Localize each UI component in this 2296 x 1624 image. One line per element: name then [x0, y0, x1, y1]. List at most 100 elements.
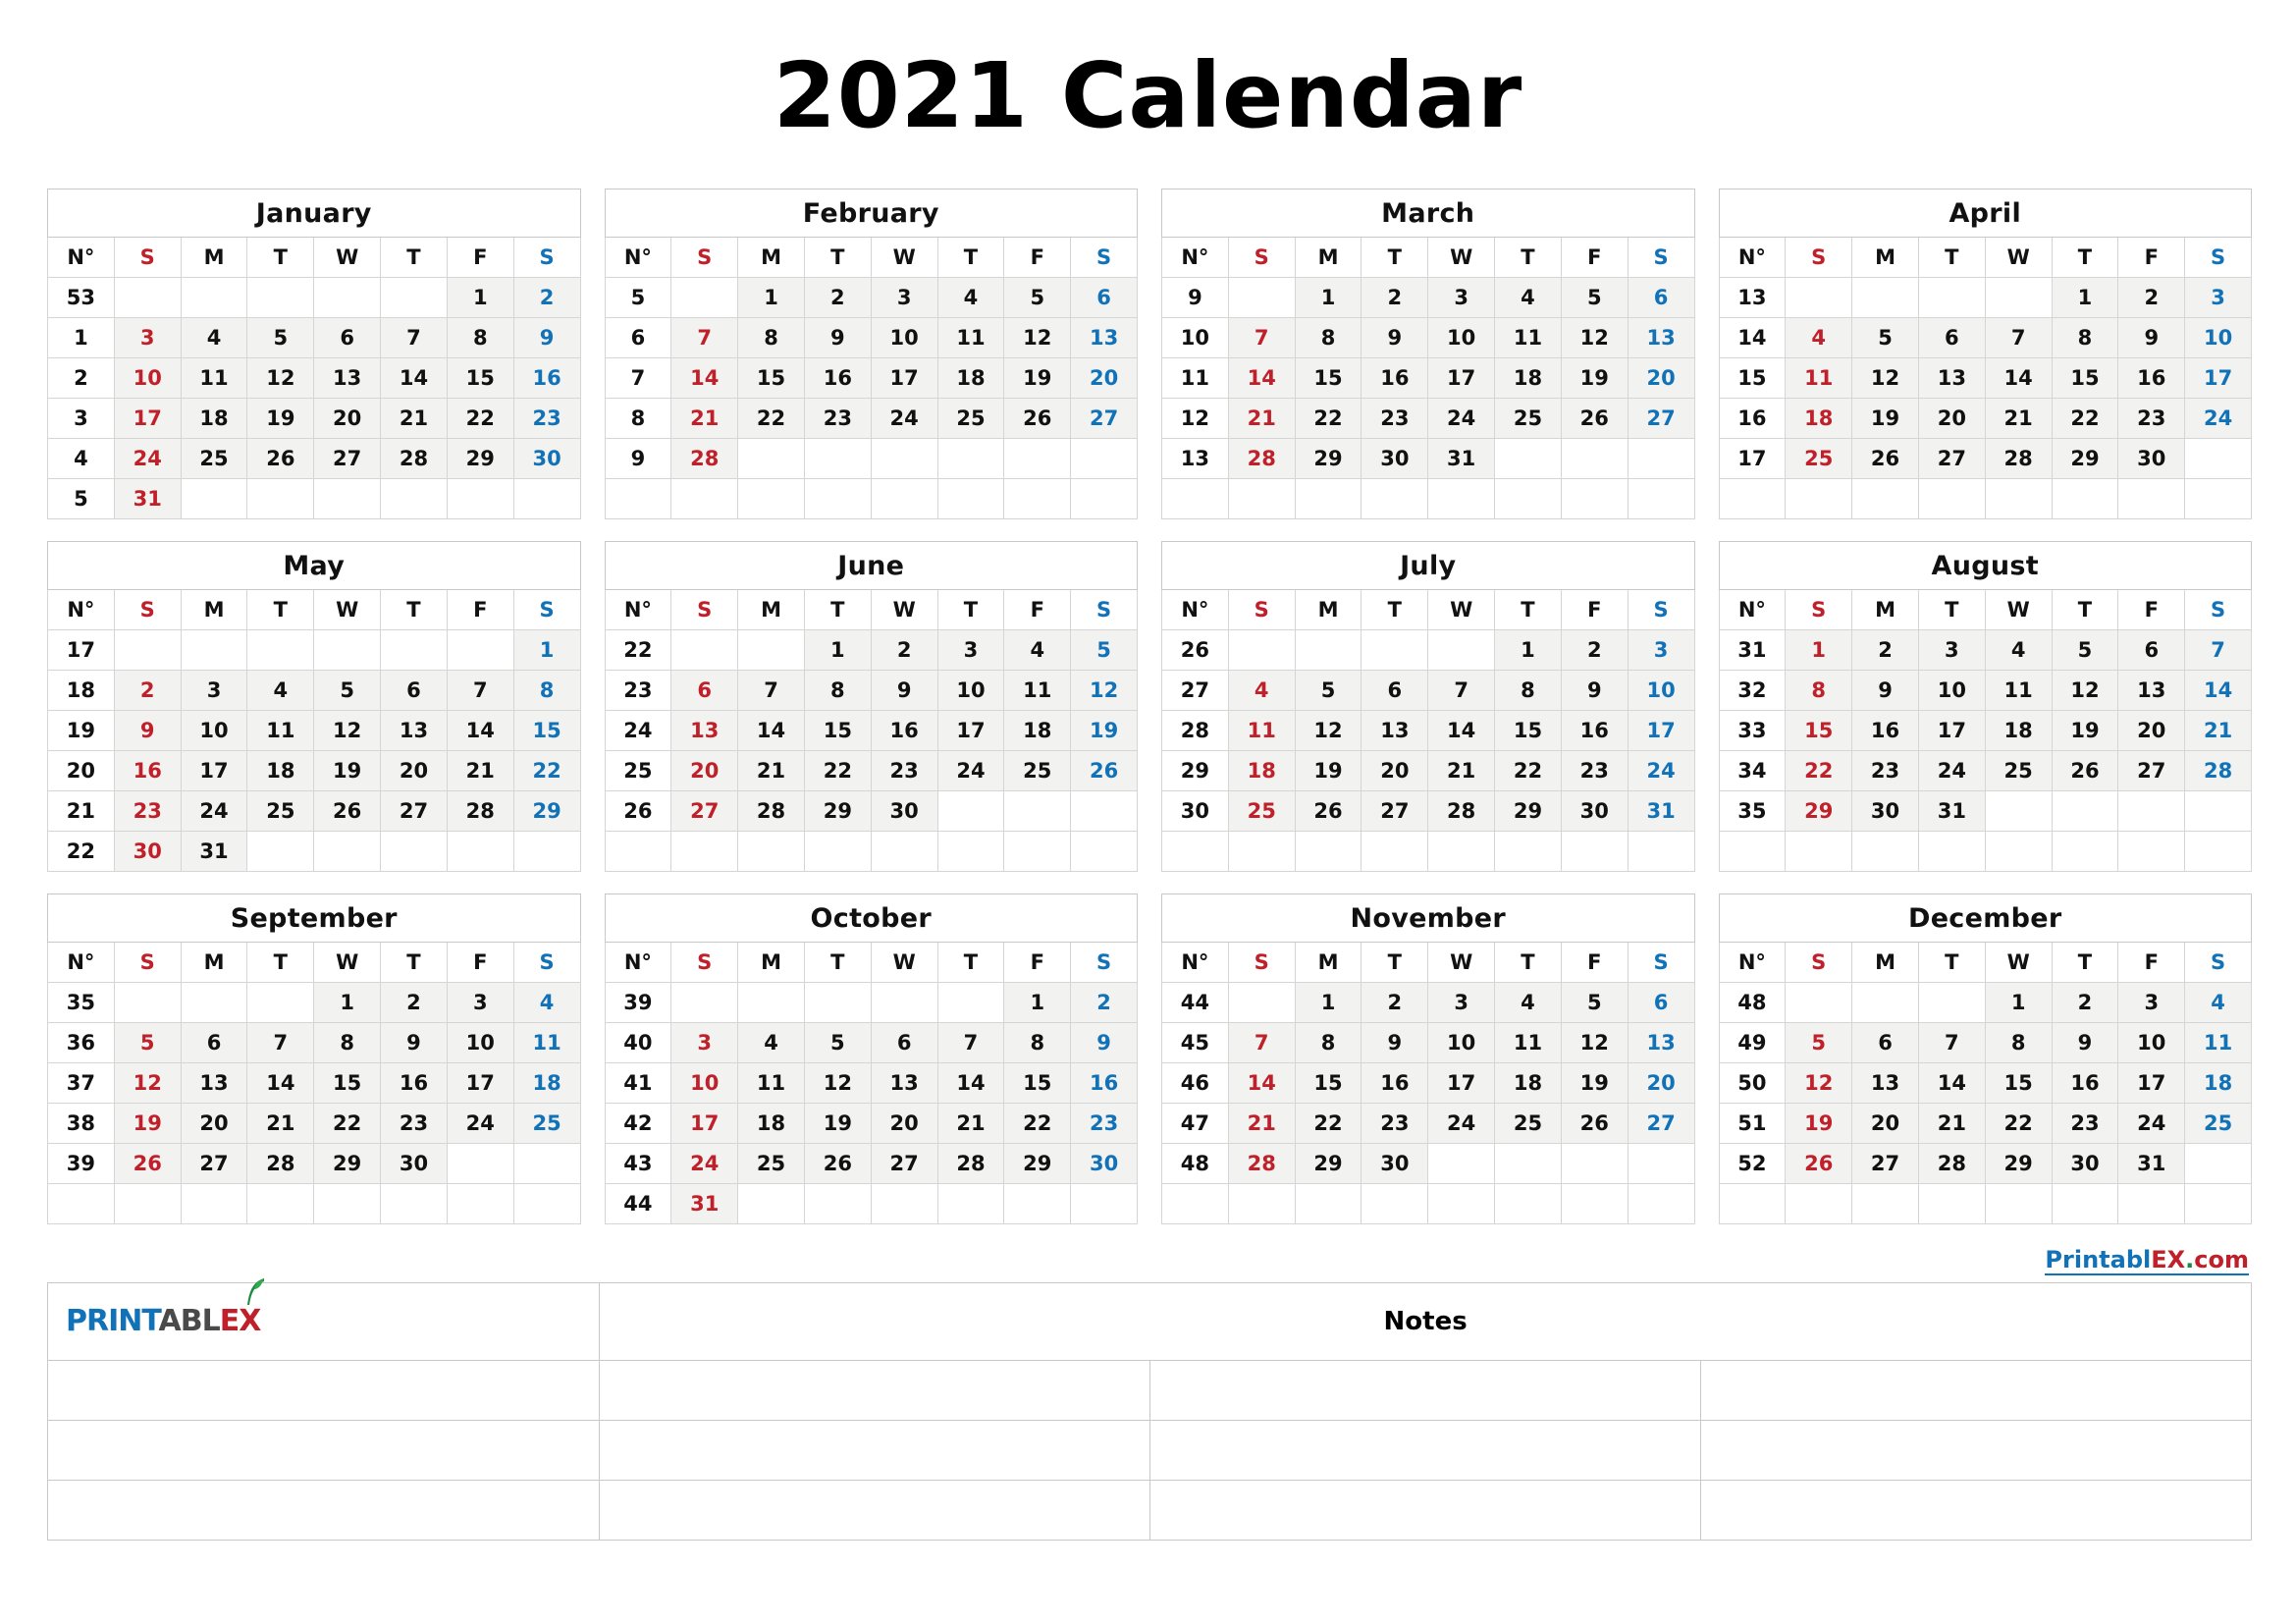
- day-cell[interactable]: 3: [1427, 277, 1496, 318]
- day-cell[interactable]: 4: [1494, 982, 1562, 1023]
- day-cell[interactable]: 17: [1627, 710, 1695, 751]
- day-cell[interactable]: 20: [1070, 357, 1138, 399]
- day-cell[interactable]: 13: [380, 710, 448, 751]
- day-cell[interactable]: 6: [180, 1022, 248, 1063]
- day-cell[interactable]: 8: [1984, 1022, 2053, 1063]
- day-cell[interactable]: 3: [936, 629, 1005, 671]
- day-cell[interactable]: 1: [446, 277, 514, 318]
- day-cell[interactable]: 7: [246, 1022, 315, 1063]
- day-cell[interactable]: 12: [246, 357, 315, 399]
- notes-cell[interactable]: [1149, 1360, 1702, 1421]
- day-cell[interactable]: 10: [446, 1022, 514, 1063]
- day-cell[interactable]: 22: [313, 1103, 382, 1144]
- day-cell[interactable]: 2: [512, 277, 581, 318]
- day-cell[interactable]: 13: [1361, 710, 1429, 751]
- day-cell[interactable]: 24: [936, 750, 1005, 791]
- day-cell[interactable]: 8: [1785, 670, 1853, 711]
- day-cell[interactable]: 9: [1361, 317, 1429, 358]
- day-cell[interactable]: 10: [670, 1062, 739, 1104]
- day-cell[interactable]: 28: [2184, 750, 2252, 791]
- day-cell[interactable]: 22: [1294, 398, 1362, 439]
- day-cell[interactable]: 24: [446, 1103, 514, 1144]
- day-cell[interactable]: 29: [1003, 1143, 1072, 1184]
- day-cell[interactable]: 13: [180, 1062, 248, 1104]
- day-cell[interactable]: 9: [803, 317, 872, 358]
- day-cell[interactable]: 24: [180, 790, 248, 832]
- day-cell[interactable]: 3: [1627, 629, 1695, 671]
- day-cell[interactable]: 16: [1361, 357, 1429, 399]
- day-cell[interactable]: 3: [446, 982, 514, 1023]
- day-cell[interactable]: 9: [380, 1022, 448, 1063]
- day-cell[interactable]: 27: [1070, 398, 1138, 439]
- day-cell[interactable]: 15: [446, 357, 514, 399]
- day-cell[interactable]: 14: [936, 1062, 1005, 1104]
- day-cell[interactable]: 6: [870, 1022, 938, 1063]
- day-cell[interactable]: 9: [2117, 317, 2186, 358]
- day-cell[interactable]: 1: [313, 982, 382, 1023]
- day-cell[interactable]: 29: [803, 790, 872, 832]
- day-cell[interactable]: 3: [2117, 982, 2186, 1023]
- day-cell[interactable]: 12: [313, 710, 382, 751]
- day-cell[interactable]: 11: [1003, 670, 1072, 711]
- day-cell[interactable]: 13: [1627, 317, 1695, 358]
- day-cell[interactable]: 13: [670, 710, 739, 751]
- day-cell[interactable]: 11: [246, 710, 315, 751]
- day-cell[interactable]: 26: [1294, 790, 1362, 832]
- day-cell[interactable]: 29: [1294, 1143, 1362, 1184]
- notes-cell[interactable]: [599, 1420, 1151, 1481]
- day-cell[interactable]: 19: [803, 1103, 872, 1144]
- day-cell[interactable]: 30: [113, 831, 182, 872]
- day-cell[interactable]: 5: [1003, 277, 1072, 318]
- day-cell[interactable]: 5: [1851, 317, 1919, 358]
- day-cell[interactable]: 21: [446, 750, 514, 791]
- day-cell[interactable]: 18: [1785, 398, 1853, 439]
- day-cell[interactable]: 19: [1003, 357, 1072, 399]
- day-cell[interactable]: 27: [1361, 790, 1429, 832]
- day-cell[interactable]: 28: [1227, 438, 1296, 479]
- day-cell[interactable]: 14: [2184, 670, 2252, 711]
- day-cell[interactable]: 14: [380, 357, 448, 399]
- day-cell[interactable]: 3: [113, 317, 182, 358]
- day-cell[interactable]: 21: [1227, 398, 1296, 439]
- day-cell[interactable]: 22: [1984, 1103, 2053, 1144]
- day-cell[interactable]: 26: [1070, 750, 1138, 791]
- day-cell[interactable]: 24: [113, 438, 182, 479]
- day-cell[interactable]: 25: [180, 438, 248, 479]
- day-cell[interactable]: 26: [113, 1143, 182, 1184]
- day-cell[interactable]: 4: [1984, 629, 2053, 671]
- notes-cell[interactable]: [599, 1360, 1151, 1421]
- day-cell[interactable]: 8: [2051, 317, 2119, 358]
- day-cell[interactable]: 11: [1984, 670, 2053, 711]
- day-cell[interactable]: 31: [1917, 790, 1986, 832]
- day-cell[interactable]: 29: [1494, 790, 1562, 832]
- printablex-site-link[interactable]: PrintablEX.com: [2045, 1247, 2249, 1276]
- day-cell[interactable]: 21: [1427, 750, 1496, 791]
- day-cell[interactable]: 6: [1851, 1022, 1919, 1063]
- day-cell[interactable]: 27: [1627, 1103, 1695, 1144]
- day-cell[interactable]: 17: [113, 398, 182, 439]
- day-cell[interactable]: 13: [1917, 357, 1986, 399]
- day-cell[interactable]: 19: [246, 398, 315, 439]
- day-cell[interactable]: 2: [2117, 277, 2186, 318]
- day-cell[interactable]: 31: [670, 1183, 739, 1224]
- day-cell[interactable]: 23: [1560, 750, 1629, 791]
- day-cell[interactable]: 17: [936, 710, 1005, 751]
- day-cell[interactable]: 28: [1917, 1143, 1986, 1184]
- day-cell[interactable]: 10: [180, 710, 248, 751]
- day-cell[interactable]: 29: [1984, 1143, 2053, 1184]
- day-cell[interactable]: 19: [1560, 357, 1629, 399]
- day-cell[interactable]: 8: [313, 1022, 382, 1063]
- day-cell[interactable]: 8: [1494, 670, 1562, 711]
- day-cell[interactable]: 5: [1560, 277, 1629, 318]
- day-cell[interactable]: 12: [1070, 670, 1138, 711]
- day-cell[interactable]: 31: [113, 478, 182, 519]
- day-cell[interactable]: 17: [1917, 710, 1986, 751]
- day-cell[interactable]: 20: [670, 750, 739, 791]
- day-cell[interactable]: 15: [1294, 357, 1362, 399]
- day-cell[interactable]: 16: [1560, 710, 1629, 751]
- day-cell[interactable]: 15: [313, 1062, 382, 1104]
- day-cell[interactable]: 3: [2184, 277, 2252, 318]
- day-cell[interactable]: 23: [512, 398, 581, 439]
- day-cell[interactable]: 7: [2184, 629, 2252, 671]
- day-cell[interactable]: 7: [670, 317, 739, 358]
